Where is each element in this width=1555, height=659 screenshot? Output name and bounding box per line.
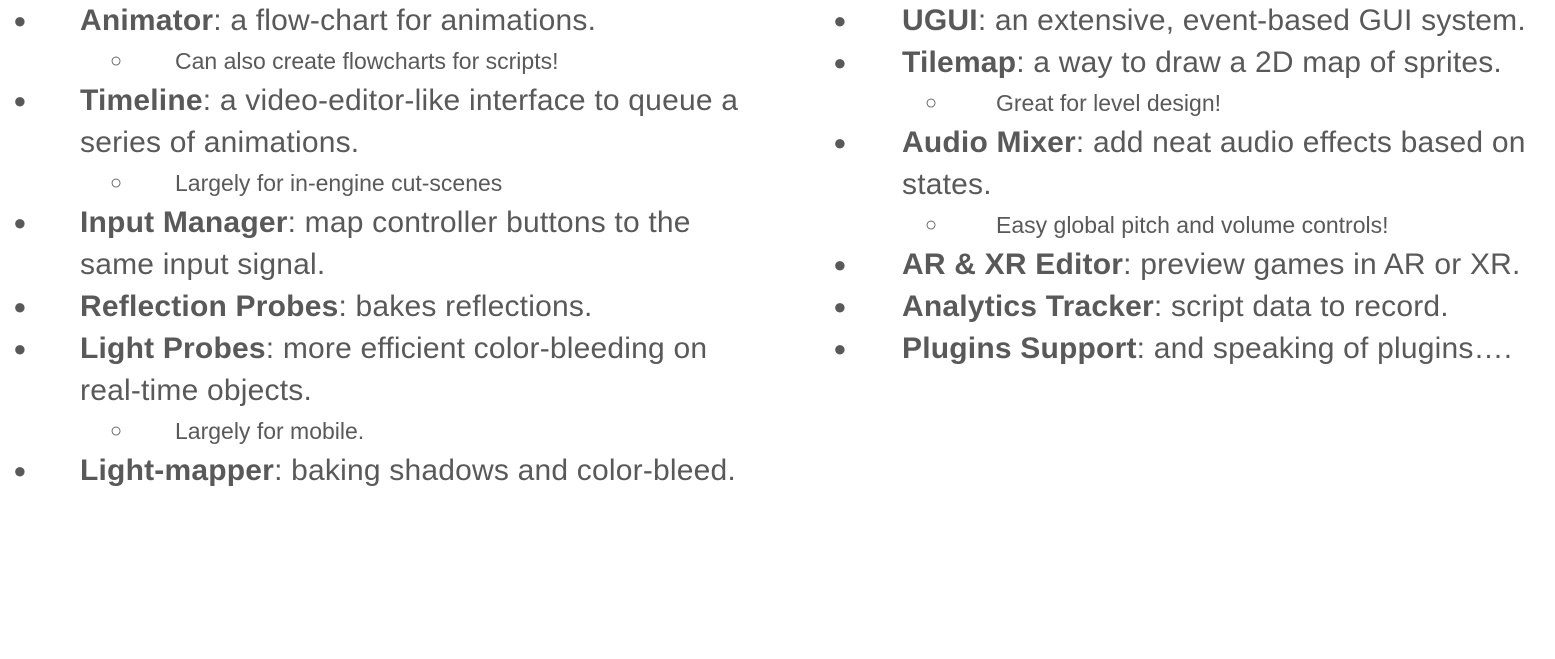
list-item: ● Light-mapper: baking shadows and color… (0, 450, 770, 492)
filled-bullet-icon: ● (13, 458, 27, 483)
sub-item-text: Largely for mobile. (175, 418, 365, 444)
filled-bullet-icon: ● (13, 210, 27, 235)
filled-bullet-icon: ● (833, 294, 847, 319)
item-term: Light Probes (80, 332, 266, 365)
sub-item-text: Easy global pitch and volume controls! (996, 212, 1389, 238)
item-term: Analytics Tracker (902, 290, 1154, 323)
item-description: : an extensive, event-based GUI system. (977, 4, 1526, 37)
item-term: Plugins Support (902, 332, 1137, 365)
hollow-bullet-icon: ○ (924, 214, 938, 236)
filled-bullet-icon: ● (13, 294, 27, 319)
filled-bullet-icon: ● (13, 336, 27, 361)
sub-item-text: Great for level design! (996, 90, 1222, 116)
sub-item-text: Can also create flowcharts for scripts! (175, 48, 559, 74)
bullet-list-left: ● Animator: a flow-chart for animations.… (0, 0, 770, 492)
list-item: ● AR & XR Editor: preview games in AR or… (823, 244, 1555, 286)
item-term: Audio Mixer (902, 126, 1076, 159)
sub-list-item: ○ Largely for in-engine cut-scenes (0, 164, 770, 202)
right-column: ● UGUI: an extensive, event-based GUI sy… (823, 0, 1555, 370)
list-item: ● Light Probes: more efficient color-ble… (0, 328, 770, 412)
filled-bullet-icon: ● (833, 336, 847, 361)
list-item: ● Audio Mixer: add neat audio effects ba… (823, 122, 1555, 206)
sub-item-text: Largely for in-engine cut-scenes (175, 170, 503, 196)
hollow-bullet-icon: ○ (109, 172, 123, 194)
item-description: : and speaking of plugins…. (1136, 332, 1513, 365)
hollow-bullet-icon: ○ (109, 420, 123, 442)
list-item: ● Input Manager: map controller buttons … (0, 202, 770, 286)
hollow-bullet-icon: ○ (109, 50, 123, 72)
list-item: ● Reflection Probes: bakes reflections. (0, 286, 770, 328)
item-term: Reflection Probes (80, 290, 339, 323)
list-item: ● Plugins Support: and speaking of plugi… (823, 328, 1555, 370)
item-term: UGUI (902, 4, 978, 37)
filled-bullet-icon: ● (833, 252, 847, 277)
item-term: Tilemap (902, 46, 1017, 79)
list-item: ● UGUI: an extensive, event-based GUI sy… (823, 0, 1555, 42)
item-term: Timeline (80, 84, 203, 117)
item-term: Light-mapper (80, 454, 275, 487)
item-description: : preview games in AR or XR. (1123, 248, 1521, 281)
item-description: : baking shadows and color-bleed. (274, 454, 736, 487)
sub-list-item: ○ Can also create flowcharts for scripts… (0, 42, 770, 80)
filled-bullet-icon: ● (13, 88, 27, 113)
sub-list-item: ○ Easy global pitch and volume controls! (823, 206, 1555, 244)
item-term: Animator (80, 4, 214, 37)
list-item: ● Tilemap: a way to draw a 2D map of spr… (823, 42, 1555, 84)
list-item: ● Timeline: a video-editor-like interfac… (0, 80, 770, 164)
left-column: ● Animator: a flow-chart for animations.… (0, 0, 770, 492)
item-description: : a way to draw a 2D map of sprites. (1016, 46, 1502, 79)
list-item: ● Animator: a flow-chart for animations. (0, 0, 770, 42)
item-description: : a flow-chart for animations. (213, 4, 597, 37)
item-description: : bakes reflections. (338, 290, 593, 323)
filled-bullet-icon: ● (833, 50, 847, 75)
item-term: Input Manager (80, 206, 288, 239)
item-description: : script data to record. (1153, 290, 1449, 323)
item-term: AR & XR Editor (902, 248, 1124, 281)
hollow-bullet-icon: ○ (924, 92, 938, 114)
filled-bullet-icon: ● (833, 130, 847, 155)
list-item: ● Analytics Tracker: script data to reco… (823, 286, 1555, 328)
sub-list-item: ○ Largely for mobile. (0, 412, 770, 450)
filled-bullet-icon: ● (833, 8, 847, 33)
bullet-list-right: ● UGUI: an extensive, event-based GUI sy… (823, 0, 1555, 370)
sub-list-item: ○ Great for level design! (823, 84, 1555, 122)
filled-bullet-icon: ● (13, 8, 27, 33)
